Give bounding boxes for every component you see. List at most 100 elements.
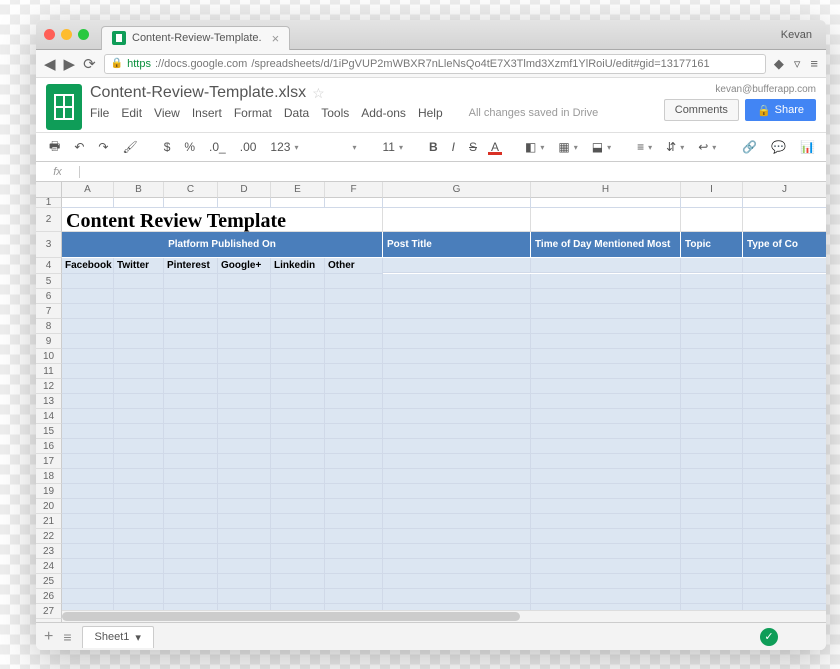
cell[interactable] [681, 529, 743, 544]
cell[interactable] [531, 454, 681, 469]
doc-title[interactable]: Content-Review-Template.xlsx [90, 84, 306, 102]
cell[interactable] [743, 424, 826, 439]
cell[interactable] [743, 529, 826, 544]
cell[interactable] [325, 364, 383, 379]
cell[interactable] [271, 574, 325, 589]
cell[interactable] [114, 304, 164, 319]
cell[interactable] [325, 289, 383, 304]
cell[interactable] [218, 574, 271, 589]
cell[interactable] [271, 499, 325, 514]
bold-button[interactable]: B [426, 138, 441, 156]
cell[interactable] [383, 454, 531, 469]
cell[interactable] [743, 198, 826, 208]
cell[interactable] [743, 409, 826, 424]
cell[interactable] [383, 559, 531, 574]
select-all-corner[interactable] [36, 182, 62, 198]
row-header[interactable]: 8 [36, 319, 62, 334]
subheader-gp[interactable]: Google+ [218, 258, 271, 274]
cell[interactable] [62, 439, 114, 454]
cell[interactable] [681, 379, 743, 394]
cell[interactable] [383, 469, 531, 484]
cell[interactable] [743, 334, 826, 349]
cell[interactable] [62, 274, 114, 289]
cell[interactable] [114, 499, 164, 514]
cell[interactable] [271, 304, 325, 319]
cell[interactable] [62, 394, 114, 409]
cell[interactable] [681, 514, 743, 529]
menu-format[interactable]: Format [234, 106, 272, 120]
forward-button[interactable]: ▶ [64, 55, 76, 73]
cell[interactable] [325, 574, 383, 589]
cell[interactable] [271, 334, 325, 349]
cell[interactable] [325, 349, 383, 364]
subheader-tw[interactable]: Twitter [114, 258, 164, 274]
cell[interactable] [325, 529, 383, 544]
cell[interactable] [383, 274, 531, 289]
cell[interactable] [218, 484, 271, 499]
row-header[interactable]: 23 [36, 544, 62, 559]
cell[interactable] [164, 349, 218, 364]
cell[interactable] [114, 289, 164, 304]
cell[interactable] [531, 319, 681, 334]
cell[interactable] [164, 409, 218, 424]
cell[interactable] [164, 274, 218, 289]
cell[interactable] [218, 394, 271, 409]
cell[interactable] [383, 289, 531, 304]
cell[interactable] [62, 469, 114, 484]
cell[interactable] [681, 589, 743, 604]
cell[interactable] [271, 544, 325, 559]
header-time[interactable]: Time of Day Mentioned Most [531, 232, 681, 258]
cell[interactable] [743, 289, 826, 304]
cell[interactable] [383, 379, 531, 394]
cell[interactable] [62, 454, 114, 469]
subheader-other[interactable]: Other [325, 258, 383, 274]
cell[interactable] [325, 379, 383, 394]
cell[interactable] [164, 364, 218, 379]
row-header[interactable]: 24 [36, 559, 62, 574]
cell[interactable] [218, 559, 271, 574]
h-align-icon[interactable]: ≡ [634, 138, 655, 156]
cell[interactable] [62, 514, 114, 529]
cell[interactable] [531, 529, 681, 544]
cell[interactable] [62, 529, 114, 544]
cell[interactable] [383, 484, 531, 499]
cell[interactable] [743, 574, 826, 589]
cell[interactable] [531, 274, 681, 289]
row-header[interactable]: 13 [36, 394, 62, 409]
cell[interactable] [271, 394, 325, 409]
row-header[interactable]: 28 [36, 619, 62, 622]
cell[interactable] [218, 529, 271, 544]
cell[interactable] [271, 589, 325, 604]
cell[interactable] [743, 319, 826, 334]
cell[interactable] [325, 499, 383, 514]
row-header[interactable]: 11 [36, 364, 62, 379]
row-header[interactable]: 2 [36, 208, 62, 232]
cell[interactable] [681, 499, 743, 514]
cell[interactable] [325, 514, 383, 529]
menu-help[interactable]: Help [418, 106, 443, 120]
column-header[interactable]: A [62, 182, 114, 198]
cell[interactable] [531, 574, 681, 589]
row-header[interactable]: 27 [36, 604, 62, 619]
cell[interactable] [271, 319, 325, 334]
horizontal-scrollbar[interactable] [62, 610, 826, 622]
cell[interactable] [164, 514, 218, 529]
title-cell[interactable]: Content Review Template [62, 208, 383, 232]
cell[interactable] [531, 544, 681, 559]
cell[interactable] [325, 454, 383, 469]
cell[interactable] [218, 274, 271, 289]
back-button[interactable]: ◀ [44, 55, 56, 73]
menu-insert[interactable]: Insert [192, 106, 222, 120]
cell[interactable] [681, 424, 743, 439]
cell[interactable] [325, 484, 383, 499]
row-header[interactable]: 18 [36, 469, 62, 484]
cell[interactable] [218, 589, 271, 604]
merge-icon[interactable]: ⬓ [589, 138, 614, 156]
minimize-window-button[interactable] [61, 29, 72, 40]
cell[interactable] [531, 514, 681, 529]
cell[interactable] [218, 514, 271, 529]
cell[interactable] [271, 289, 325, 304]
cell[interactable] [681, 208, 743, 232]
column-header[interactable]: B [114, 182, 164, 198]
cell[interactable] [681, 574, 743, 589]
